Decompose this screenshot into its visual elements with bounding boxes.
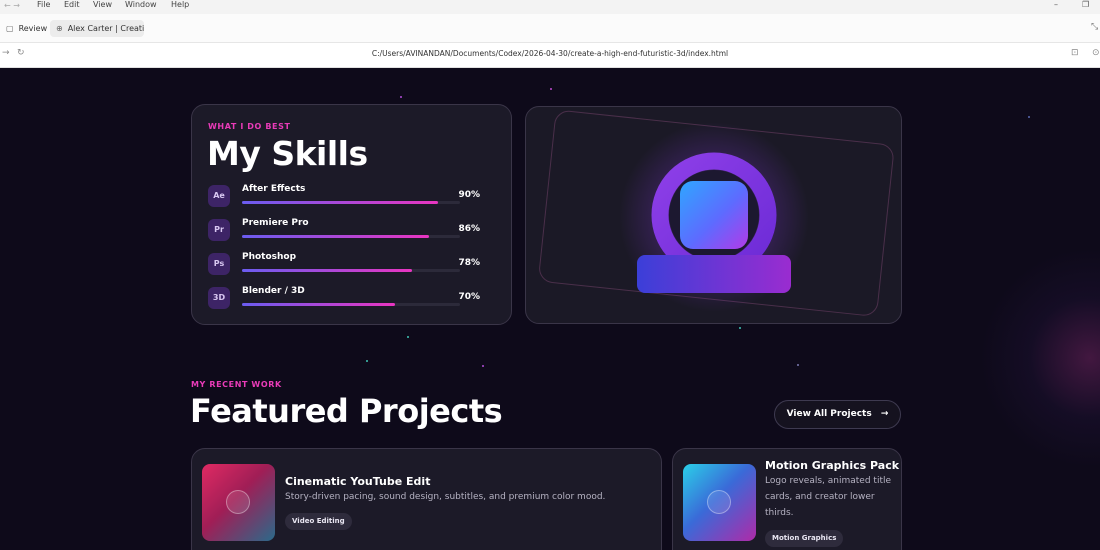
menu-help[interactable]: Help [171, 0, 189, 10]
skill-progress-fill [242, 201, 439, 204]
star-dot [797, 364, 799, 366]
skill-name: Blender / 3D [242, 286, 305, 296]
skill-progress-track [242, 269, 460, 272]
skills-eyebrow: WHAT I DO BEST [208, 122, 291, 131]
project-description: Story-driven pacing, sound design, subti… [285, 492, 606, 502]
star-dot [739, 327, 741, 329]
arrow-right-icon: → [880, 409, 889, 419]
skill-row-photoshop: Ps Photoshop 78% [208, 252, 490, 279]
project-thumbnail [202, 464, 275, 541]
menu-window[interactable]: Window [125, 0, 157, 10]
page-viewport: WHAT I DO BEST My Skills Ae After Effect… [0, 68, 1100, 550]
project-tag[interactable]: Motion Graphics [765, 530, 844, 547]
skill-row-blender: 3D Blender / 3D 70% [208, 286, 490, 313]
project-title: Cinematic YouTube Edit [285, 475, 431, 488]
after-effects-icon: Ae [208, 185, 230, 207]
tab-active-label: Alex Carter | Creative [67, 24, 144, 33]
globe-icon: ⊕ [56, 24, 63, 33]
url-text[interactable]: C:/Users/AVINANDAN/Documents/Codex/2026-… [0, 49, 1100, 58]
play-icon [707, 490, 731, 514]
window-menubar: ← → File Edit View Window Help – ❐ [0, 0, 1100, 14]
skill-row-after-effects: Ae After Effects 90% [208, 184, 490, 211]
hero-3d-illustration [539, 110, 894, 316]
tab-review[interactable]: ▢ Review [0, 20, 53, 37]
settings-icon[interactable]: ⊙ [1092, 48, 1100, 58]
menubar-nav-arrows[interactable]: ← → [4, 1, 20, 10]
skills-title: My Skills [207, 134, 368, 173]
project-card-cinematic[interactable]: Cinematic YouTube Edit Story-driven paci… [191, 448, 662, 550]
star-dot [482, 365, 484, 367]
tab-bar: ▢ Review ⊕ Alex Carter | Creative ⤡ [0, 14, 1100, 43]
menu-edit[interactable]: Edit [64, 0, 80, 10]
star-dot [550, 88, 552, 90]
projects-eyebrow: MY RECENT WORK [191, 380, 282, 389]
tab-active-page[interactable]: ⊕ Alex Carter | Creative [50, 20, 144, 37]
menu-file[interactable]: File [37, 0, 50, 10]
star-dot [407, 336, 409, 338]
skills-card: WHAT I DO BEST My Skills Ae After Effect… [191, 104, 512, 325]
play-icon [226, 490, 250, 514]
star-dot [1028, 116, 1030, 118]
skill-percent: 70% [458, 292, 480, 302]
blender-3d-icon: 3D [208, 287, 230, 309]
star-dot [400, 96, 402, 98]
project-tag[interactable]: Video Editing [285, 513, 352, 530]
projects-title: Featured Projects [190, 392, 503, 430]
skill-row-premiere-pro: Pr Premiere Pro 86% [208, 218, 490, 245]
view-all-label: View All Projects [786, 409, 872, 419]
skill-progress-fill [242, 269, 413, 272]
collapse-icon[interactable]: ⤡ [1091, 22, 1098, 32]
skill-progress-fill [242, 303, 395, 306]
skill-progress-track [242, 303, 460, 306]
skill-progress-fill [242, 235, 430, 238]
project-description: Logo reveals, animated title cards, and … [765, 476, 892, 518]
skill-name: Photoshop [242, 252, 297, 262]
view-all-projects-button[interactable]: View All Projects → [774, 400, 901, 429]
panel-icon: ▢ [6, 24, 14, 33]
skill-percent: 78% [458, 258, 480, 268]
restore-button[interactable]: ❐ [1082, 0, 1089, 9]
skill-name: Premiere Pro [242, 218, 309, 228]
skill-name: After Effects [242, 184, 306, 194]
skill-progress-track [242, 201, 460, 204]
premiere-pro-icon: Pr [208, 219, 230, 241]
screenshot-icon[interactable]: ⊡ [1071, 48, 1079, 58]
skill-progress-track [242, 235, 460, 238]
minimize-button[interactable]: – [1054, 0, 1058, 9]
skill-percent: 86% [458, 224, 480, 234]
skill-percent: 90% [458, 190, 480, 200]
project-title: Motion Graphics Pack [765, 459, 900, 472]
hero-3d-card [525, 106, 902, 324]
tab-review-label: Review [18, 24, 48, 33]
menu-view[interactable]: View [93, 0, 112, 10]
photoshop-icon: Ps [208, 253, 230, 275]
project-card-motion-graphics[interactable]: Motion Graphics Pack Logo reveals, anima… [672, 448, 902, 550]
project-thumbnail [683, 464, 756, 541]
star-dot [366, 360, 368, 362]
address-bar: → ↻ C:/Users/AVINANDAN/Documents/Codex/2… [0, 43, 1100, 68]
